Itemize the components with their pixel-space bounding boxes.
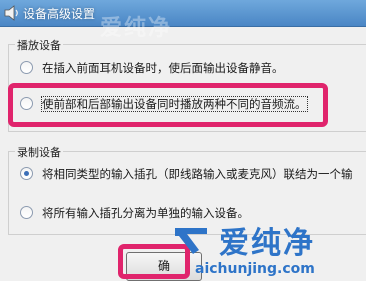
title-watermark: 爱纯净: [100, 16, 173, 41]
radio-button[interactable]: [20, 205, 33, 219]
radio-button[interactable]: [20, 60, 33, 74]
playback-group-label: 播放设备: [15, 37, 63, 53]
logo-icon: [175, 228, 207, 254]
playback-option-mute-rear[interactable]: 在插入前面耳机设备时，使后面输出设备静音。: [20, 60, 284, 78]
recording-option-join-inputs[interactable]: 将相同类型的输入插孔（即线路输入或麦克风）联结为一个输: [20, 166, 353, 184]
watermark-name: 爱纯净: [219, 226, 315, 261]
option-label: 将相同类型的输入插孔（即线路输入或麦克风）联结为一个输: [42, 167, 353, 181]
speaker-icon: [4, 5, 18, 21]
highlight-box: [8, 83, 328, 127]
option-label: 在插入前面耳机设备时，使后面输出设备静音。: [42, 61, 284, 75]
radio-button[interactable]: [20, 166, 33, 180]
watermark-url: aichunjing.com: [195, 261, 315, 277]
window-title: 设备高级设置: [23, 7, 96, 21]
site-watermark: 爱纯净 aichunjing.com: [165, 216, 366, 279]
recording-group-label: 录制设备: [15, 144, 63, 160]
title-bar: 设备高级设置 爱纯净: [0, 0, 366, 41]
